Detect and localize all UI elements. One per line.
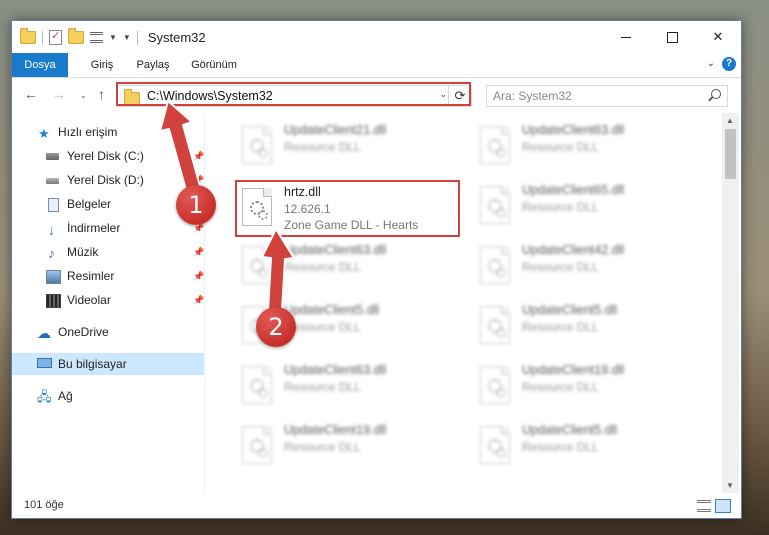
tutorial-arrows <box>159 100 295 312</box>
arrow-2 <box>261 228 295 312</box>
step-badge-1: 1 <box>176 185 216 225</box>
step-badge-2: 2 <box>256 307 296 347</box>
arrow-1 <box>159 100 201 191</box>
